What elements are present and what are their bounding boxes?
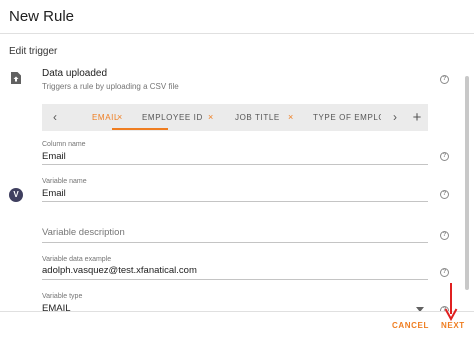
field-underline (42, 164, 428, 165)
field-label: Variable name (42, 178, 87, 185)
file-upload-icon (11, 72, 21, 84)
help-icon[interactable]: ? (440, 152, 449, 161)
footer-divider (0, 311, 474, 312)
variable-name-field[interactable]: Variable name Email (42, 175, 428, 203)
help-icon[interactable]: ? (440, 75, 449, 84)
annotation-arrow (444, 283, 458, 322)
tab-type-of-employment[interactable]: TYPE OF EMPLOY (313, 104, 381, 131)
close-icon[interactable]: × (117, 104, 122, 131)
chevron-right-icon[interactable]: › (384, 104, 406, 131)
field-underline (42, 242, 428, 243)
variable-icon: V (9, 188, 23, 202)
field-label: Variable type (42, 293, 83, 300)
column-name-field[interactable]: Column name Email (42, 138, 428, 166)
variable-type-select[interactable]: Variable type EMAIL (42, 290, 428, 311)
tab-job-title[interactable]: JOB TITLE (235, 104, 280, 131)
variable-example-value[interactable]: adolph.vasquez@test.xfanatical.com (42, 265, 197, 276)
trigger-name: Data uploaded (42, 68, 108, 79)
help-icon[interactable]: ? (440, 231, 449, 240)
column-tabs: ‹ EMAIL × EMPLOYEE ID × JOB TITLE × TYPE… (42, 104, 428, 131)
field-label: Column name (42, 141, 86, 148)
add-icon[interactable]: + (407, 104, 427, 131)
help-icon[interactable]: ? (440, 190, 449, 199)
chevron-left-icon[interactable]: ‹ (44, 104, 66, 131)
new-rule-dialog: New Rule Edit trigger Data uploaded Trig… (0, 0, 474, 339)
section-label: Edit trigger (9, 46, 58, 57)
scrollbar[interactable] (465, 76, 469, 290)
tab-employee-id[interactable]: EMPLOYEE ID (142, 104, 203, 131)
dialog-title: New Rule (9, 8, 75, 25)
field-underline (42, 201, 428, 202)
column-name-value[interactable]: Email (42, 151, 66, 162)
variable-name-value[interactable]: Email (42, 188, 66, 199)
help-icon[interactable]: ? (440, 268, 449, 277)
field-label: Variable data example (42, 256, 112, 263)
trigger-description: Triggers a rule by uploading a CSV file (42, 82, 179, 91)
variable-description-placeholder[interactable]: Variable description (42, 227, 125, 238)
variable-description-field[interactable]: Variable description (42, 220, 428, 243)
cancel-button[interactable]: CANCEL (392, 316, 429, 336)
dialog-content[interactable]: Edit trigger Data uploaded Triggers a ru… (0, 34, 474, 311)
close-icon[interactable]: × (208, 104, 213, 131)
tab-email[interactable]: EMAIL (92, 104, 119, 131)
close-icon[interactable]: × (288, 104, 293, 131)
variable-type-value[interactable]: EMAIL (42, 303, 71, 311)
variable-example-field[interactable]: Variable data example adolph.vasquez@tes… (42, 253, 428, 281)
field-underline (42, 279, 428, 280)
